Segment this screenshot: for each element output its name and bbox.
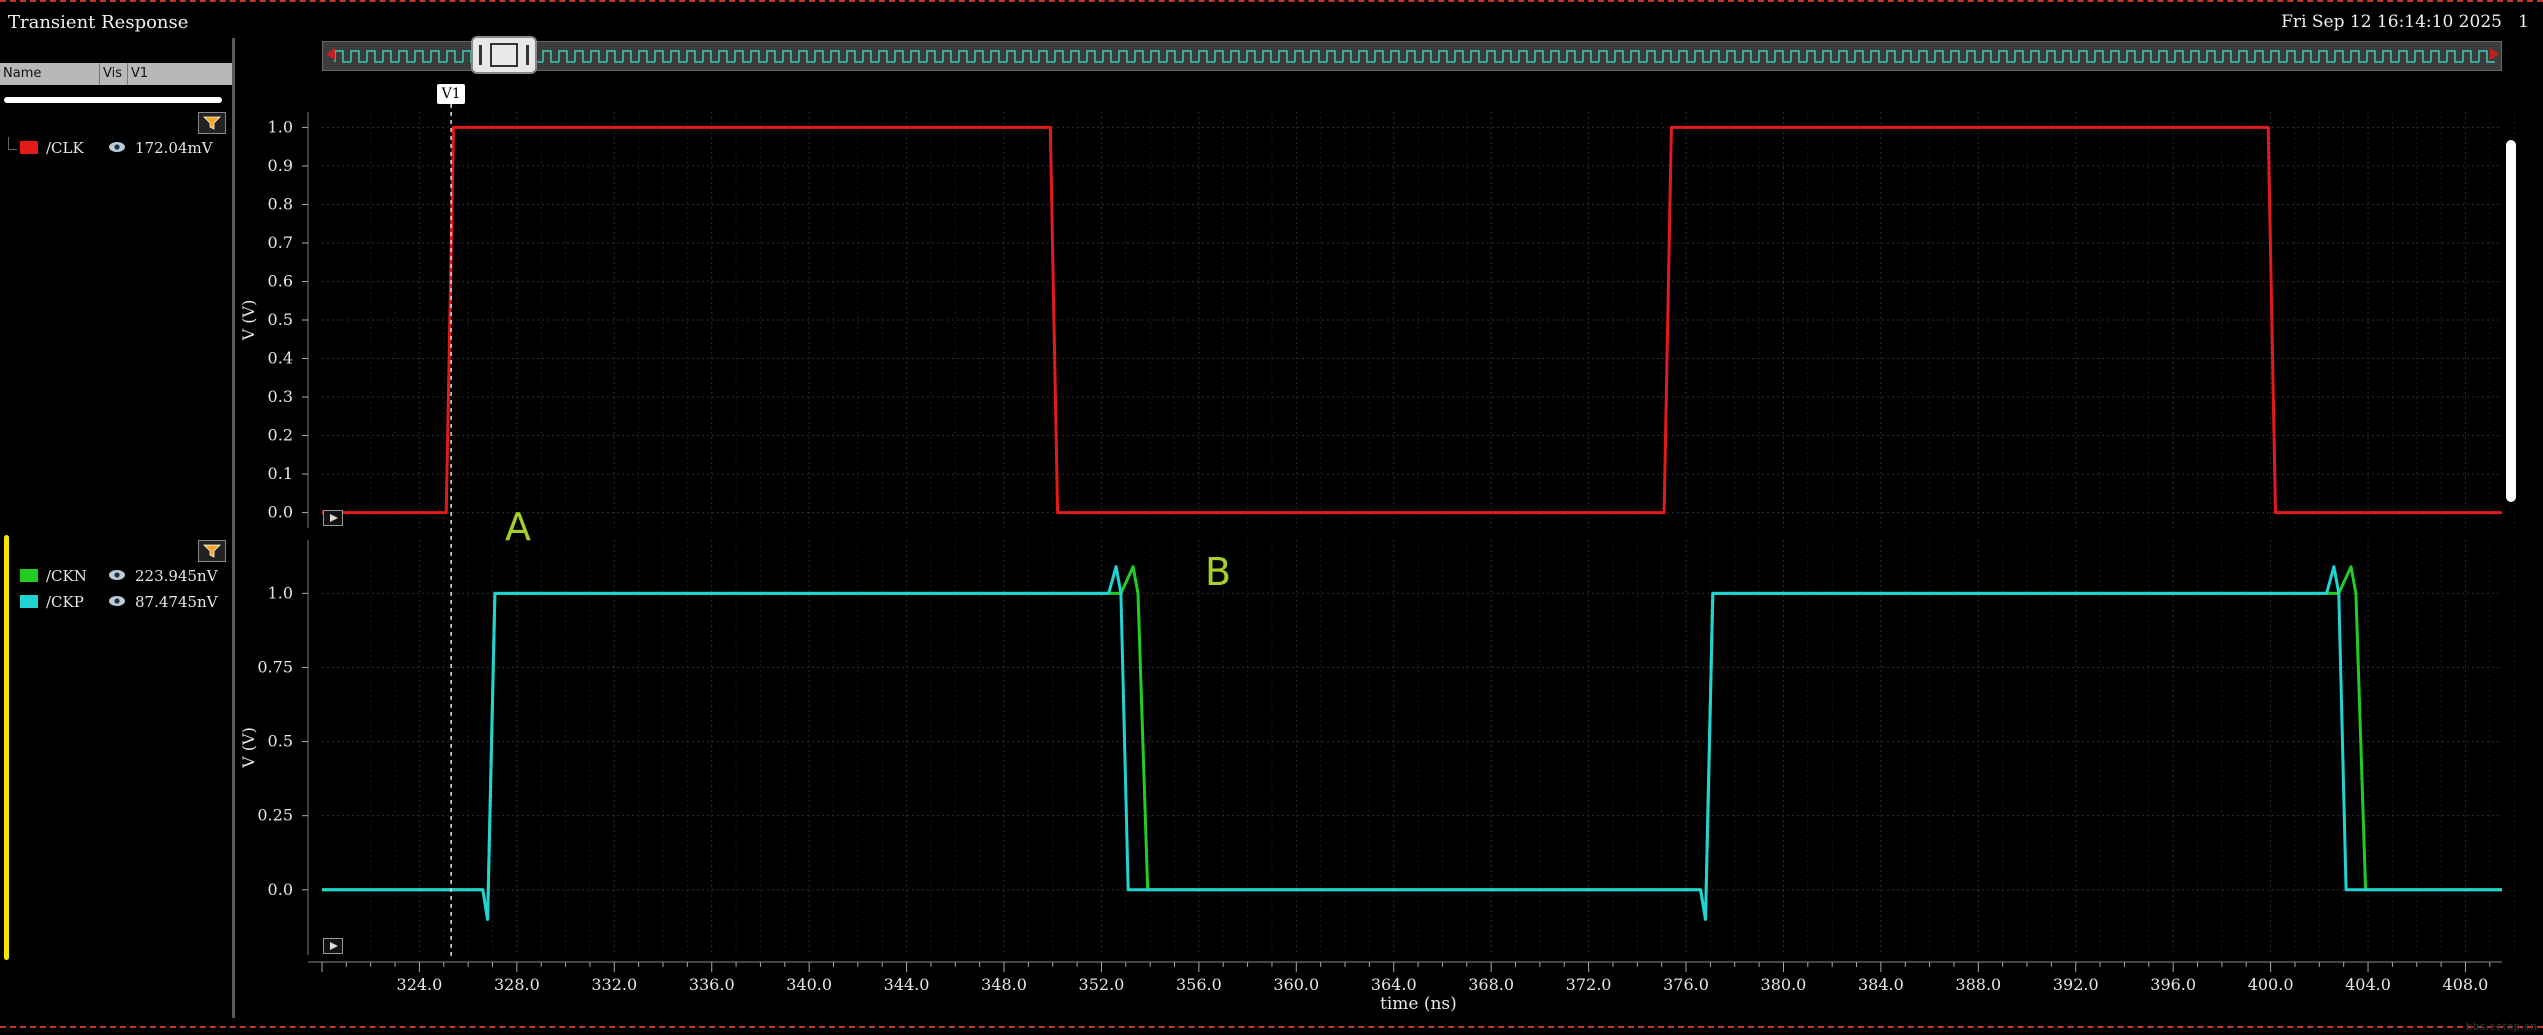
y-tick-label: 0.7 [268,233,293,252]
x-tick-label: 360.0 [1273,975,1319,994]
grid-strip1 [322,112,2515,528]
x-tick-label: 328.0 [494,975,540,994]
x-tick-label: 396.0 [2150,975,2196,994]
x-tick-label: 392.0 [2053,975,2099,994]
y-tick-label: 0.8 [268,194,293,213]
marker-v1-label[interactable]: V1 [437,84,466,104]
y-tick-label: 0.2 [268,426,293,445]
y-tick-label: 0.0 [268,503,293,522]
x-tick-label: 408.0 [2443,975,2489,994]
y-tick-label: 0.0 [268,880,293,899]
y-tick-label: 1.0 [268,583,293,602]
y-tick-label: 0.1 [268,464,293,483]
x-axis-title: time (ns) [1380,994,1457,1014]
x-tick-label: 380.0 [1761,975,1807,994]
y-axis-title: V (V) [239,727,258,769]
x-tick-label: 372.0 [1566,975,1612,994]
watermark: bbs.eetop.cn [2465,1020,2537,1033]
x-tick-label: 400.0 [2248,975,2294,994]
x-tick-label: 340.0 [786,975,832,994]
y-tick-label: 1.0 [268,117,293,136]
x-tick-label: 376.0 [1663,975,1709,994]
y-tick-label: 0.6 [268,271,293,290]
x-tick-label: 324.0 [397,975,443,994]
x-tick-label: 388.0 [1955,975,2001,994]
series-ckp[interactable] [322,565,2502,921]
y-tick-label: 0.25 [257,806,293,825]
x-tick-label: 352.0 [1079,975,1125,994]
grid-strip2 [322,540,2515,955]
x-tick-label: 384.0 [1858,975,1904,994]
y-tick-label: 0.4 [268,349,293,368]
x-tick-label: 356.0 [1176,975,1222,994]
strip1-play-button[interactable] [323,510,343,526]
annotation-a: A [505,505,531,549]
x-tick-label: 368.0 [1468,975,1514,994]
x-tick-label: 348.0 [981,975,1027,994]
annotation-b: B [1205,550,1232,594]
vertical-scrollbar[interactable] [2506,140,2516,502]
x-tick-label: 344.0 [884,975,930,994]
x-tick-label: 336.0 [689,975,735,994]
series-ckn[interactable] [322,565,2502,921]
x-tick-label: 364.0 [1371,975,1417,994]
y-tick-label: 0.5 [268,732,293,751]
y-tick-label: 0.9 [268,156,293,175]
x-tick-label: 332.0 [591,975,637,994]
y-tick-label: 0.5 [268,310,293,329]
y-tick-label: 0.75 [257,657,293,676]
y-tick-label: 0.3 [268,387,293,406]
x-tick-label: 404.0 [2345,975,2391,994]
y-axis-title: V (V) [239,300,258,342]
strip2-play-button[interactable] [323,938,343,954]
waveform-plots[interactable]: 0.0 0.1 0.2 0.3 0.4 0.5 0.6 0.7 0.8 0.9 1.0 V (V) 0.… [0,0,2543,1035]
